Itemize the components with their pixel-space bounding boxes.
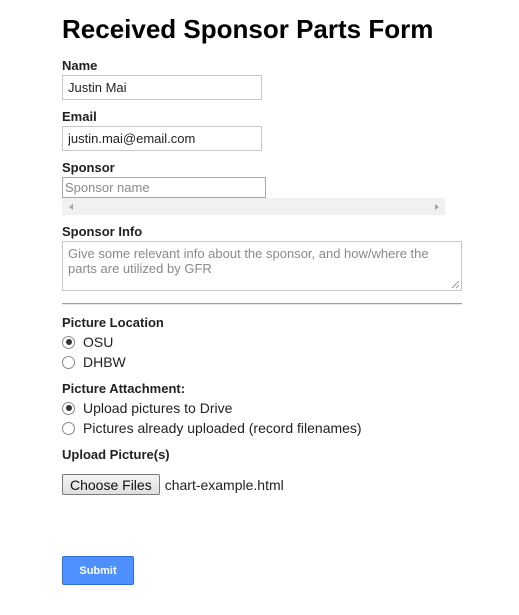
- picture-attachment-label: Picture Attachment:: [62, 381, 186, 396]
- radio-option-dhbw[interactable]: DHBW: [62, 354, 126, 370]
- email-label: Email: [62, 109, 97, 124]
- file-upload-control: Choose Files chart-example.html: [62, 474, 284, 495]
- sponsor-horizontal-scrollbar[interactable]: [62, 198, 445, 215]
- selected-file-name: chart-example.html: [164, 476, 284, 493]
- radio-button-dhbw[interactable]: [62, 355, 75, 369]
- name-input[interactable]: [62, 75, 262, 100]
- page-title: Received Sponsor Parts Form: [62, 14, 434, 44]
- scroll-right-icon[interactable]: [428, 198, 445, 215]
- upload-pictures-label: Upload Picture(s): [62, 447, 170, 462]
- radio-label-dhbw: DHBW: [83, 354, 126, 370]
- scroll-left-icon[interactable]: [62, 198, 79, 215]
- radio-label-upload-to-drive: Upload pictures to Drive: [83, 400, 233, 416]
- email-input[interactable]: [62, 126, 262, 151]
- sponsor-info-textarea[interactable]: [62, 241, 462, 291]
- radio-button-upload-to-drive[interactable]: [62, 401, 75, 415]
- section-divider: [62, 303, 462, 305]
- submit-button[interactable]: Submit: [62, 556, 134, 585]
- name-label: Name: [62, 58, 98, 73]
- radio-option-osu[interactable]: OSU: [62, 334, 113, 350]
- radio-button-already-uploaded[interactable]: [62, 421, 75, 435]
- sponsor-label: Sponsor: [62, 160, 115, 175]
- radio-button-osu[interactable]: [62, 335, 75, 349]
- radio-label-osu: OSU: [83, 334, 114, 350]
- radio-option-upload-to-drive[interactable]: Upload pictures to Drive: [62, 400, 232, 416]
- picture-location-label: Picture Location: [62, 315, 164, 330]
- sponsor-info-label: Sponsor Info: [62, 224, 143, 239]
- radio-option-already-uploaded[interactable]: Pictures already uploaded (record filena…: [62, 420, 362, 436]
- sponsor-input[interactable]: [62, 177, 266, 198]
- choose-files-button[interactable]: Choose Files: [62, 474, 160, 495]
- radio-label-already-uploaded: Pictures already uploaded (record filena…: [83, 420, 362, 436]
